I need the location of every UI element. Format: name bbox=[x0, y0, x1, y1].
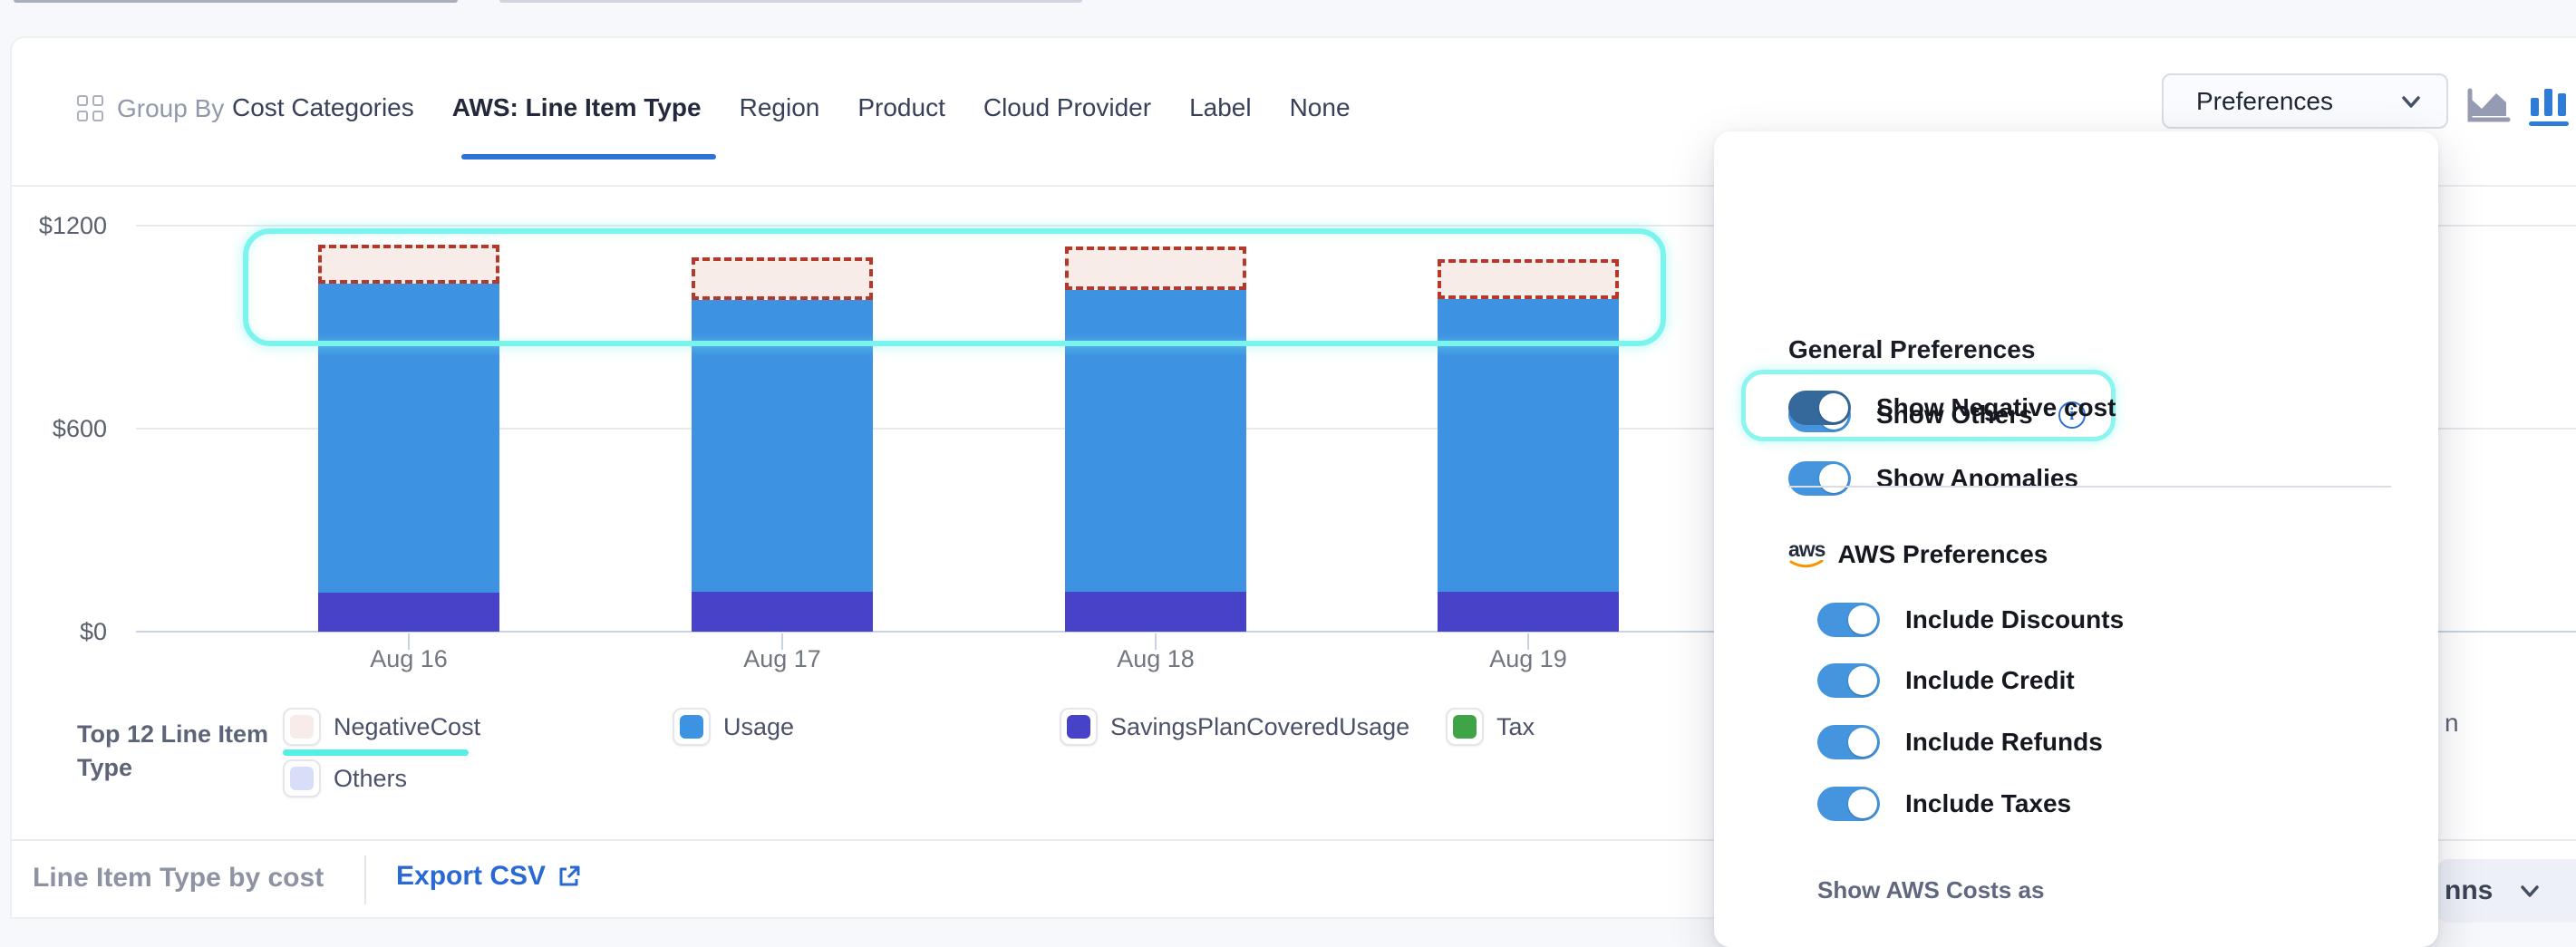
chevron-down-icon bbox=[2397, 88, 2425, 115]
chevron-down-icon bbox=[2516, 877, 2543, 904]
clipped-legend-text: n bbox=[2445, 709, 2459, 738]
legend-item-savingsplancoveredusage[interactable]: SavingsPlanCoveredUsage bbox=[1060, 708, 1409, 746]
table-section-title: Line Item Type by cost bbox=[33, 863, 324, 894]
show-aws-costs-as-label: Show AWS Costs as bbox=[1817, 876, 2044, 904]
legend-item-tax[interactable]: Tax bbox=[1446, 708, 1535, 746]
toggle-row-include-taxes: Include Taxes bbox=[1817, 786, 2071, 822]
legend-swatch bbox=[673, 708, 711, 746]
tab-aws-line-item-type[interactable]: AWS: Line Item Type bbox=[452, 93, 702, 122]
include-credit-toggle[interactable] bbox=[1817, 663, 1880, 698]
legend-swatch bbox=[283, 759, 321, 797]
bar-chart-type-icon-active[interactable] bbox=[2526, 83, 2571, 133]
area-chart-type-icon[interactable] bbox=[2466, 85, 2512, 131]
clipped-browser-tab bbox=[499, 0, 1082, 3]
active-tab-underline bbox=[461, 154, 716, 159]
tab-label[interactable]: Label bbox=[1189, 93, 1252, 122]
tab-product[interactable]: Product bbox=[857, 93, 945, 122]
legend-swatch bbox=[1446, 708, 1484, 746]
preferences-dropdown-button[interactable]: Preferences bbox=[2162, 73, 2448, 129]
include-refunds-toggle[interactable] bbox=[1817, 725, 1880, 759]
preferences-button-label: Preferences bbox=[2196, 87, 2333, 116]
legend-item-usage[interactable]: Usage bbox=[673, 708, 794, 746]
tab-cloud-provider[interactable]: Cloud Provider bbox=[983, 93, 1151, 122]
toggle-row-include-refunds: Include Refunds bbox=[1817, 724, 2103, 760]
toggle-row-show-negative-cost: Show Negative cost bbox=[1788, 390, 2116, 426]
legend-item-negativecost[interactable]: NegativeCost bbox=[283, 708, 480, 746]
tab-cost-categories[interactable]: Cost Categories bbox=[232, 93, 414, 122]
vertical-divider bbox=[364, 855, 366, 904]
legend-selected-underline bbox=[283, 749, 469, 756]
tab-region[interactable]: Region bbox=[740, 93, 820, 122]
toggle-row-include-discounts: Include Discounts bbox=[1817, 602, 2124, 638]
legend-swatch bbox=[283, 708, 321, 746]
legend-title: Top 12 Line Item Type bbox=[77, 718, 268, 785]
toggle-row-include-credit: Include Credit bbox=[1817, 662, 2075, 699]
legend-swatch bbox=[1060, 708, 1098, 746]
legend-item-others[interactable]: Others bbox=[283, 759, 407, 797]
panel-divider bbox=[1788, 486, 2391, 488]
clipped-browser-tab bbox=[14, 0, 458, 3]
general-preferences-title: General Preferences bbox=[1788, 335, 2035, 364]
group-by-label: Group By bbox=[117, 94, 224, 123]
aws-logo-icon: aws bbox=[1788, 539, 1825, 569]
tab-none[interactable]: None bbox=[1290, 93, 1351, 122]
group-by-grid-icon bbox=[77, 95, 104, 122]
external-link-icon bbox=[557, 864, 582, 889]
preferences-panel: General Preferences Show Others i Show A… bbox=[1714, 131, 2438, 947]
anomaly-highlight-box bbox=[243, 228, 1666, 346]
group-by-label-block: Group By bbox=[77, 87, 224, 130]
include-discounts-toggle[interactable] bbox=[1817, 603, 1880, 637]
aws-preferences-header: aws AWS Preferences bbox=[1788, 539, 2048, 569]
show-anomalies-toggle[interactable] bbox=[1788, 461, 1851, 496]
group-by-tabs: Cost Categories AWS: Line Item Type Regi… bbox=[232, 80, 1351, 136]
show-negative-cost-toggle[interactable] bbox=[1788, 391, 1851, 425]
export-csv-link[interactable]: Export CSV bbox=[396, 861, 582, 892]
toggle-row-show-anomalies: Show Anomalies bbox=[1788, 460, 2078, 497]
include-taxes-toggle[interactable] bbox=[1817, 787, 1880, 821]
